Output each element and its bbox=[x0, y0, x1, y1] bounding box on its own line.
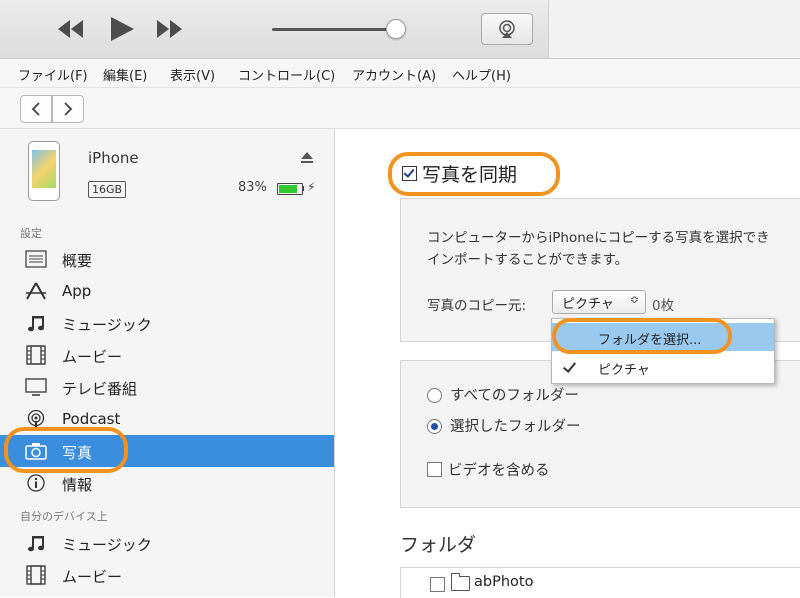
music-note-icon bbox=[28, 316, 44, 332]
sidebar-item-device-movies[interactable]: ムービー bbox=[0, 559, 334, 591]
menu-bar: ファイル(F) 編集(E) 表示(V) コントロール(C) アカウント(A) ヘ… bbox=[0, 59, 800, 88]
film-icon bbox=[26, 565, 46, 585]
charging-icon: ⚡ bbox=[307, 180, 316, 194]
menu-view[interactable]: 表示(V) bbox=[170, 65, 215, 84]
iphone-icon bbox=[28, 141, 60, 201]
sidebar: iPhone 16GB 83% ⚡ 設定 概要 App ミュージック ムービー … bbox=[0, 129, 335, 597]
highlight-choose-folder-ring bbox=[552, 318, 732, 354]
menu-file[interactable]: ファイル(F) bbox=[18, 65, 88, 84]
selected-folders-label: 選択したフォルダー bbox=[450, 419, 581, 435]
menu-controls[interactable]: コントロール(C) bbox=[238, 65, 335, 84]
copy-source-value: ピクチャ bbox=[562, 297, 614, 312]
settings-section-label: 設定 bbox=[20, 227, 42, 240]
capacity-badge: 16GB bbox=[88, 181, 127, 198]
sidebar-item-label: 情報 bbox=[62, 476, 93, 494]
menu-edit[interactable]: 編集(E) bbox=[103, 65, 147, 84]
description-line-2: インポートすることができます。 bbox=[427, 252, 629, 268]
sidebar-item-label: ミュージック bbox=[62, 316, 152, 334]
app-icon bbox=[26, 282, 46, 300]
description-line-1: コンピューターからiPhoneにコピーする写真を選択でき bbox=[427, 230, 770, 246]
folder-heading: フォルダ bbox=[400, 534, 477, 556]
photo-count: 0枚 bbox=[652, 298, 675, 314]
airplay-button[interactable] bbox=[481, 13, 533, 45]
on-device-section-label: 自分のデバイス上 bbox=[20, 510, 108, 523]
copy-source-label: 写真のコピー元: bbox=[427, 298, 527, 314]
volume-slider-track[interactable] bbox=[272, 28, 396, 31]
podcast-icon bbox=[27, 409, 45, 428]
menu-help[interactable]: ヘルプ(H) bbox=[452, 65, 511, 84]
forward-button[interactable] bbox=[52, 95, 84, 123]
eject-icon[interactable] bbox=[300, 151, 314, 165]
dropdown-option-label: ピクチャ bbox=[598, 363, 650, 378]
sidebar-item-music[interactable]: ミュージック bbox=[0, 307, 334, 339]
back-button[interactable] bbox=[20, 95, 52, 123]
film-icon bbox=[26, 345, 46, 365]
sidebar-item-summary[interactable]: 概要 bbox=[0, 243, 334, 275]
device-name: iPhone bbox=[88, 149, 139, 167]
fast-forward-icon[interactable] bbox=[156, 14, 184, 44]
dropdown-option-pictures[interactable]: ピクチャ bbox=[552, 353, 774, 381]
sidebar-item-label: ムービー bbox=[62, 348, 123, 366]
all-folders-label: すべてのフォルダー bbox=[450, 388, 579, 404]
sidebar-item-label: Podcast bbox=[62, 410, 121, 428]
sidebar-item-tv-shows[interactable]: テレビ番組 bbox=[0, 371, 334, 403]
chevron-left-icon bbox=[31, 102, 40, 116]
sidebar-item-label: 概要 bbox=[62, 252, 93, 270]
player-bar bbox=[0, 0, 800, 59]
sidebar-item-device-music[interactable]: ミュージック bbox=[0, 527, 334, 559]
chevron-right-icon bbox=[64, 102, 73, 116]
selected-folders-radio[interactable] bbox=[427, 419, 442, 434]
sidebar-item-app[interactable]: App bbox=[0, 275, 334, 307]
rewind-icon[interactable] bbox=[56, 14, 84, 44]
music-note-icon bbox=[28, 536, 44, 552]
info-icon bbox=[27, 474, 45, 492]
battery-icon bbox=[277, 183, 303, 195]
summary-icon bbox=[25, 250, 47, 268]
select-arrows-icon: ≎ bbox=[629, 293, 639, 306]
folder-icon bbox=[451, 573, 470, 591]
include-video-label: ビデオを含める bbox=[448, 463, 550, 479]
highlight-photos-ring bbox=[4, 427, 128, 473]
status-display bbox=[548, 0, 800, 58]
sidebar-item-label: ミュージック bbox=[62, 536, 152, 554]
menu-account[interactable]: アカウント(A) bbox=[352, 65, 436, 84]
sidebar-item-movies[interactable]: ムービー bbox=[0, 339, 334, 371]
sidebar-item-label: App bbox=[62, 282, 92, 300]
highlight-sync-ring bbox=[388, 152, 560, 196]
check-icon bbox=[562, 359, 577, 373]
sidebar-item-label: テレビ番組 bbox=[62, 380, 138, 398]
airplay-icon bbox=[499, 20, 515, 38]
navigation-bar bbox=[0, 88, 800, 129]
folder-checkbox[interactable] bbox=[430, 577, 445, 592]
copy-source-select[interactable]: ピクチャ ≎ bbox=[552, 290, 646, 314]
all-folders-radio[interactable] bbox=[427, 388, 442, 403]
tv-icon bbox=[25, 378, 47, 396]
play-icon[interactable] bbox=[108, 14, 136, 44]
include-video-checkbox[interactable] bbox=[427, 462, 442, 477]
sidebar-item-label: ムービー bbox=[62, 568, 123, 586]
battery-percent: 83% bbox=[238, 180, 267, 195]
folder-name: abPhoto bbox=[474, 574, 534, 590]
volume-slider-thumb[interactable] bbox=[386, 19, 406, 39]
